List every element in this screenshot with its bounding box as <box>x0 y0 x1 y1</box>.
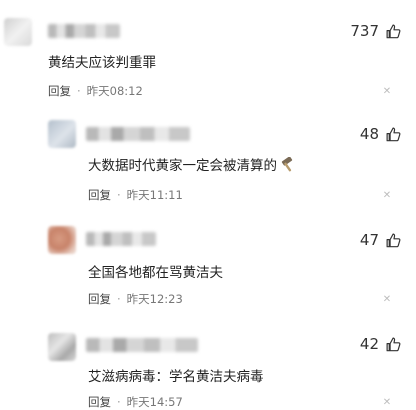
comment-meta: 回复 · 昨天14:57 <box>88 394 183 410</box>
like-button[interactable]: 42 <box>360 334 402 354</box>
thumbs-up-icon <box>386 337 401 351</box>
comment-item: 42 艾滋病病毒：学名黄洁夫病毒 回复 · 昨天14:57 ✕ <box>0 0 416 410</box>
comment-text: 艾滋病病毒：学名黄洁夫病毒 <box>88 369 264 385</box>
separator-dot: · <box>117 395 121 409</box>
close-icon[interactable]: ✕ <box>382 398 392 408</box>
timestamp: 昨天14:57 <box>126 395 183 409</box>
username-blurred[interactable] <box>86 338 198 352</box>
avatar[interactable] <box>48 333 76 361</box>
reply-button[interactable]: 回复 <box>88 394 111 410</box>
like-count: 42 <box>359 335 379 353</box>
